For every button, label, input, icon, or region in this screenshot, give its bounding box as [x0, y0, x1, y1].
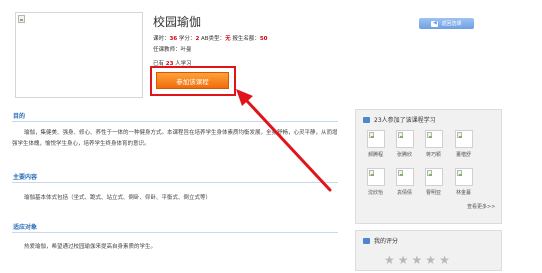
participant-item[interactable]: 张腾欣 — [393, 130, 416, 158]
back-to-selection-button[interactable]: ◀ 返回选课 — [419, 18, 474, 29]
section-title: 目的 — [13, 113, 26, 120]
broken-image-icon — [397, 170, 403, 176]
hours-value: 36 — [169, 36, 178, 42]
participant-name[interactable]: 沈欣怡 — [364, 189, 387, 196]
participants-panel: 23人参加了该课程学习 郝腾程 张腾欣 蒋巧颖 董楷舒 沈欣怡 袁倩倩 曹明亚 … — [355, 109, 502, 224]
broken-image-icon — [368, 170, 374, 176]
participant-name[interactable]: 蒋巧颖 — [422, 151, 445, 158]
enroll-label: 报生名额： — [232, 36, 260, 42]
rating-header: 我的评分 — [363, 236, 398, 245]
rating-stars: ★ ★ ★ ★ ★ — [384, 254, 450, 266]
broken-image-icon — [397, 132, 403, 138]
join-course-button[interactable]: 参加该课程 — [156, 72, 229, 89]
participant-item[interactable]: 曹明亚 — [422, 168, 445, 196]
avatar[interactable] — [424, 130, 443, 148]
avatar[interactable] — [395, 168, 414, 186]
ab-type-label: AB类型： — [201, 36, 226, 42]
rating-panel: 我的评分 ★ ★ ★ ★ ★ — [355, 230, 502, 271]
avatar[interactable] — [395, 130, 414, 148]
view-more-link[interactable]: 查看更多>> — [467, 203, 495, 210]
section-heading-purpose: 目的 — [12, 110, 338, 122]
section-heading-content: 主要内容 — [12, 171, 338, 183]
participant-name[interactable]: 林金蔓 — [452, 189, 475, 196]
rating-title: 我的评分 — [374, 238, 399, 245]
section-body-audience: 热爱瑜伽，希望通过校园瑜伽来提高自身素质的学生。 — [24, 244, 157, 250]
teacher-name: 任课教师：叶曼 — [153, 47, 192, 53]
broken-image-icon — [426, 132, 432, 138]
star-icon[interactable]: ★ — [425, 254, 436, 266]
hours-label: 课时： — [153, 36, 170, 42]
participant-name[interactable]: 董楷舒 — [452, 151, 475, 158]
avatar[interactable] — [454, 130, 473, 148]
avatar[interactable] — [454, 168, 473, 186]
star-icon[interactable]: ★ — [384, 254, 395, 266]
back-arrow-icon: ◀ — [431, 20, 439, 27]
participant-item[interactable]: 董楷舒 — [452, 130, 475, 158]
join-button-highlight: 参加该课程 — [150, 66, 236, 96]
section-title: 适应对象 — [13, 224, 38, 231]
star-icon[interactable]: ★ — [398, 254, 409, 266]
section-title: 主要内容 — [13, 174, 38, 181]
participant-name[interactable]: 郝腾程 — [364, 151, 387, 158]
course-cover-image — [15, 12, 143, 98]
participant-item[interactable]: 沈欣怡 — [364, 168, 387, 196]
broken-image-icon — [18, 15, 25, 23]
participant-name[interactable]: 张腾欣 — [393, 151, 416, 158]
enroll-value: 50 — [259, 36, 268, 42]
broken-image-icon — [426, 170, 432, 176]
credit-value: 2 — [195, 36, 200, 42]
broken-image-icon — [456, 170, 462, 176]
broken-image-icon — [368, 132, 374, 138]
rating-icon — [363, 237, 370, 244]
back-button-label: 返回选课 — [441, 21, 462, 27]
participant-item[interactable]: 郝腾程 — [364, 130, 387, 158]
participants-header: 23人参加了该课程学习 — [363, 115, 436, 124]
participant-item[interactable]: 袁倩倩 — [393, 168, 416, 196]
course-meta: 课时：36 学分：2 AB类型：无 报生名额：50 — [153, 34, 268, 42]
section-body-purpose: 瑜伽，集健美、强身、修心、养性于一体的一种健身方式。本课程旨在培养学生身体素质均… — [12, 130, 338, 147]
participant-name[interactable]: 袁倩倩 — [393, 189, 416, 196]
section-body-content: 瑜伽基本体式包括（坐式、跪式、站立式、倒卧、仰卧、平衡式、倒立式等） — [24, 195, 212, 201]
course-title: 校园瑜伽 — [153, 15, 202, 29]
avatar[interactable] — [366, 168, 385, 186]
avatar[interactable] — [424, 168, 443, 186]
participants-title: 23人参加了该课程学习 — [374, 117, 436, 124]
ab-type-value: 无 — [225, 36, 231, 42]
broken-image-icon — [456, 132, 462, 138]
participant-name[interactable]: 曹明亚 — [422, 189, 445, 196]
arrow-head-icon — [236, 89, 253, 106]
star-icon[interactable]: ★ — [439, 254, 450, 266]
participant-item[interactable]: 蒋巧颖 — [422, 130, 445, 158]
participant-item[interactable]: 林金蔓 — [452, 168, 475, 196]
avatar[interactable] — [366, 130, 385, 148]
credit-label: 学分： — [178, 36, 196, 42]
star-icon[interactable]: ★ — [412, 254, 423, 266]
users-icon — [363, 116, 370, 123]
section-heading-audience: 适应对象 — [12, 221, 338, 233]
